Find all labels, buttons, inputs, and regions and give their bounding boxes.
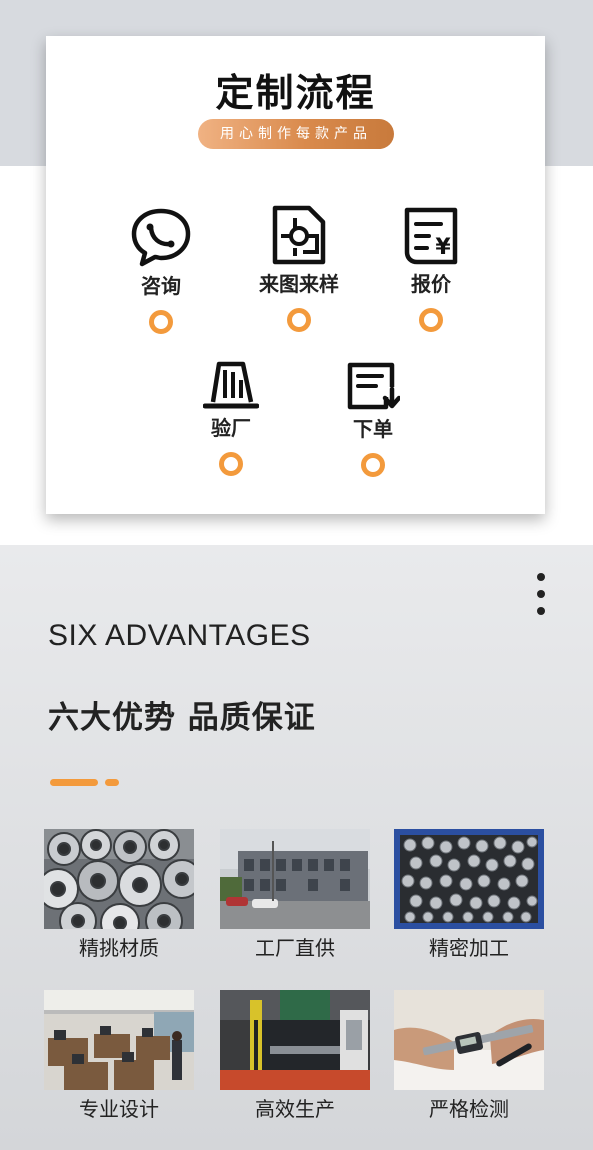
step-place-order-dot — [361, 453, 385, 477]
price-quote-icon: ¥ — [404, 207, 458, 265]
accent-bar-long — [50, 779, 98, 786]
step-quote-dot — [419, 308, 443, 332]
advantage-tile-factory[interactable]: 工厂直供 — [220, 829, 370, 960]
advantage-tile-inspection[interactable]: 严格检测 — [394, 990, 544, 1121]
process-card: 定制流程 用心制作每款产品 咨询 来图来样 ¥ 报价 验厂 下单 — [46, 36, 545, 514]
advantage-label-material: 精挑材质 — [79, 936, 159, 960]
step-place-order-label: 下单 — [353, 417, 393, 441]
step-drawing-sample-dot — [287, 308, 311, 332]
step-place-order[interactable]: 下单 — [318, 361, 428, 477]
step-consult[interactable]: 咨询 — [106, 206, 216, 334]
advantages-heading-en: SIX ADVANTAGES — [48, 619, 311, 652]
advantage-tile-design[interactable]: 专业设计 — [44, 990, 194, 1121]
design-office-photo — [44, 990, 194, 1090]
factory-inspection-icon — [203, 361, 259, 409]
step-consult-dot — [149, 310, 173, 334]
step-consult-label: 咨询 — [141, 274, 181, 298]
drawing-document-icon — [272, 205, 326, 265]
step-quote[interactable]: ¥ 报价 — [376, 206, 486, 332]
advantages-heading-cn: 六大优势 品质保证 — [48, 700, 316, 736]
advantage-tile-material[interactable]: 精挑材质 — [44, 829, 194, 960]
order-download-icon — [347, 362, 400, 410]
vertical-dots-icon — [534, 573, 548, 619]
step-factory-inspection-label: 验厂 — [211, 416, 251, 440]
advantage-tile-precision[interactable]: 精密加工 — [394, 829, 544, 960]
advantage-label-inspection: 严格检测 — [429, 1097, 509, 1121]
step-factory-inspection[interactable]: 验厂 — [176, 358, 286, 476]
step-drawing-sample-label: 来图来样 — [259, 272, 339, 296]
advantage-label-factory: 工厂直供 — [255, 936, 335, 960]
advantage-label-design: 专业设计 — [79, 1097, 159, 1121]
advantages-section: SIX ADVANTAGES 六大优势 品质保证 精挑材质 工厂直供 精密加工 … — [0, 545, 593, 1150]
process-title: 定制流程 — [215, 71, 376, 115]
step-drawing-sample[interactable]: 来图来样 — [244, 204, 354, 332]
steel-coils-photo — [44, 829, 194, 929]
step-quote-label: 报价 — [411, 272, 451, 296]
factory-building-photo — [220, 829, 370, 929]
production-machine-photo — [220, 990, 370, 1090]
process-subtitle-pill: 用心制作每款产品 — [198, 119, 394, 149]
advantage-label-precision: 精密加工 — [429, 936, 509, 960]
step-factory-inspection-dot — [219, 452, 243, 476]
svg-text:¥: ¥ — [435, 235, 451, 260]
accent-bar-short — [105, 779, 119, 786]
washers-bin-photo — [394, 829, 544, 929]
advantage-tile-production[interactable]: 高效生产 — [220, 990, 370, 1121]
caliper-measure-photo — [394, 990, 544, 1090]
advantage-label-production: 高效生产 — [255, 1097, 335, 1121]
chat-bubble-icon — [131, 208, 191, 267]
